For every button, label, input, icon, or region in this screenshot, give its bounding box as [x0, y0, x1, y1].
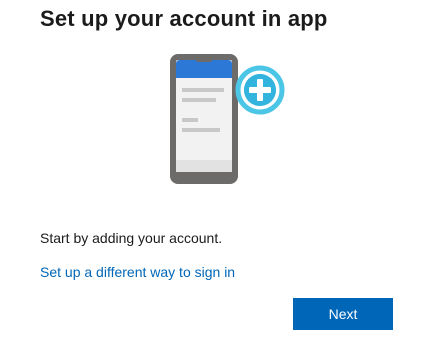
plus-vertical — [257, 79, 263, 101]
instruction-text: Start by adding your account. — [40, 230, 223, 246]
screen-line — [182, 98, 216, 102]
phone-screen-header — [176, 60, 232, 78]
screen-line — [182, 118, 198, 122]
phone-with-plus-icon — [168, 52, 288, 188]
screen-line — [182, 88, 224, 92]
screen-line — [182, 128, 220, 132]
page-title: Set up your account in app — [40, 6, 328, 31]
phone-bottom-bar — [176, 160, 232, 172]
next-button[interactable]: Next — [293, 298, 393, 330]
different-sign-in-link[interactable]: Set up a different way to sign in — [40, 264, 235, 280]
phone-notch — [196, 58, 212, 62]
